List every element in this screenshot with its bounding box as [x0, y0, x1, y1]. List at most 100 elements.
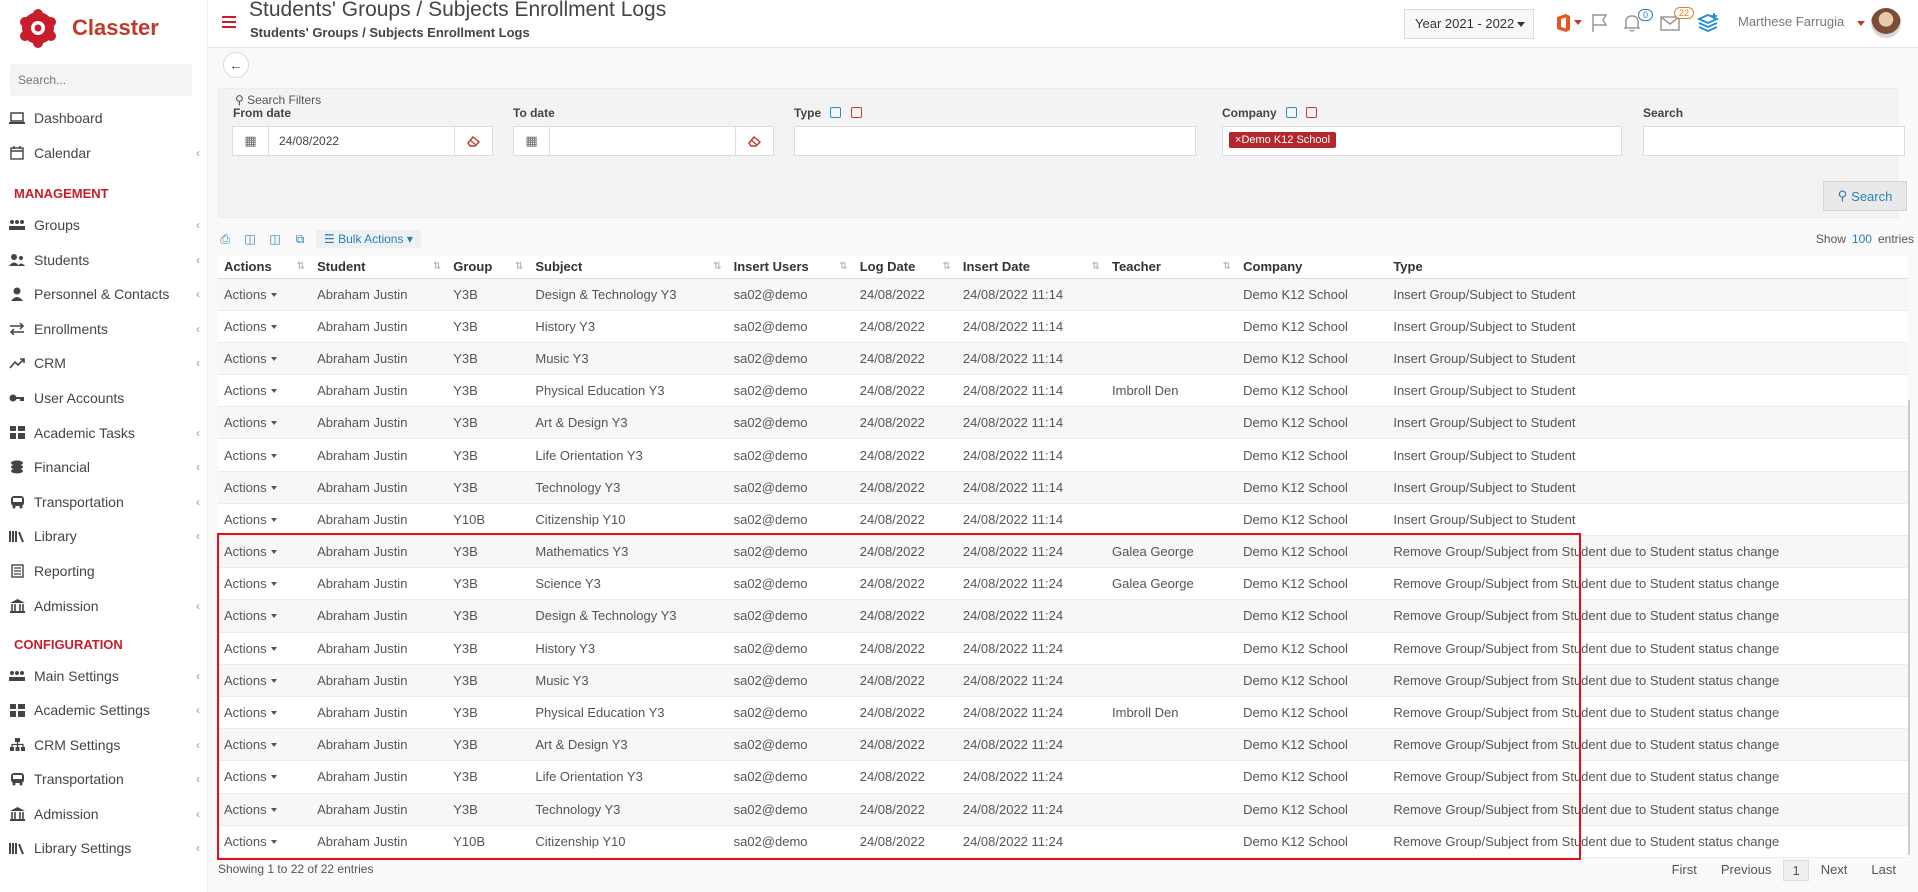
company-select[interactable]: ×Demo K12 School: [1222, 126, 1622, 156]
chevron-left-icon[interactable]: ‹: [196, 146, 200, 160]
chevron-left-icon[interactable]: ‹: [196, 356, 200, 370]
sidebar-search-input[interactable]: [10, 64, 192, 96]
column-header-teacher[interactable]: Teacher ⇅: [1106, 256, 1238, 279]
sidebar-item-academic-tasks[interactable]: Academic Tasks ‹: [0, 419, 208, 447]
table-scrollbar[interactable]: [1908, 400, 1910, 855]
eraser-icon[interactable]: [735, 127, 773, 155]
sidebar-item-dashboard[interactable]: Dashboard: [0, 104, 208, 132]
layers-add-icon[interactable]: [1697, 12, 1719, 34]
avatar[interactable]: [1871, 8, 1901, 38]
column-header-log-date[interactable]: Log Date ⇅: [853, 256, 957, 279]
chevron-left-icon[interactable]: ‹: [196, 703, 200, 717]
office-dropdown-icon[interactable]: [1574, 20, 1582, 25]
calendar-icon[interactable]: ▦: [514, 127, 550, 155]
row-actions-dropdown[interactable]: Actions: [224, 448, 277, 463]
chevron-left-icon[interactable]: ‹: [196, 460, 200, 474]
row-actions-dropdown[interactable]: Actions: [224, 351, 277, 366]
row-actions-dropdown[interactable]: Actions: [224, 319, 277, 334]
chevron-left-icon[interactable]: ‹: [196, 495, 200, 509]
column-header-actions[interactable]: Actions ⇅: [218, 256, 312, 279]
sort-icon[interactable]: ⇅: [839, 261, 847, 272]
to-date-value[interactable]: [550, 127, 735, 155]
sidebar-item-personnel-contacts[interactable]: Personnel & Contacts ‹: [0, 280, 208, 308]
chevron-left-icon[interactable]: ‹: [196, 599, 200, 613]
to-date-field[interactable]: ▦: [513, 126, 774, 156]
from-date-field[interactable]: ▦ 24/08/2022: [232, 126, 493, 156]
sort-icon[interactable]: ⇅: [713, 261, 721, 272]
row-actions-dropdown[interactable]: Actions: [224, 673, 277, 688]
chevron-left-icon[interactable]: ‹: [196, 218, 200, 232]
type-select[interactable]: [794, 126, 1196, 156]
deselect-all-icon[interactable]: [850, 107, 862, 118]
sidebar-item-academic-settings[interactable]: Academic Settings ‹: [0, 696, 208, 724]
row-actions-dropdown[interactable]: Actions: [224, 834, 277, 849]
page-size-select[interactable]: 100: [1852, 232, 1872, 246]
from-date-value[interactable]: 24/08/2022: [269, 127, 454, 155]
sidebar-item-crm[interactable]: CRM ‹: [0, 349, 208, 377]
year-select[interactable]: Year 2021 - 2022: [1404, 9, 1534, 39]
column-header-company[interactable]: Company: [1237, 256, 1388, 279]
app-logo[interactable]: Classter: [18, 6, 198, 50]
select-all-check-icon[interactable]: [830, 107, 842, 118]
row-actions-dropdown[interactable]: Actions: [224, 641, 277, 656]
row-actions-dropdown[interactable]: Actions: [224, 287, 277, 302]
sidebar-item-crm-settings[interactable]: CRM Settings ‹: [0, 731, 208, 759]
sidebar-item-admission[interactable]: Admission ‹: [0, 592, 208, 620]
sidebar-item-transportation[interactable]: Transportation ‹: [0, 488, 208, 516]
chevron-left-icon[interactable]: ‹: [196, 738, 200, 752]
chevron-left-icon[interactable]: ‹: [196, 669, 200, 683]
chevron-left-icon[interactable]: ‹: [196, 426, 200, 440]
sidebar-item-main-settings[interactable]: Main Settings ‹: [0, 662, 208, 690]
user-name[interactable]: Marthese Farrugia: [1738, 14, 1844, 29]
row-actions-dropdown[interactable]: Actions: [224, 415, 277, 430]
chevron-left-icon[interactable]: ‹: [196, 253, 200, 267]
pagination-previous[interactable]: Previous: [1709, 860, 1784, 881]
flag-icon[interactable]: [1589, 12, 1611, 34]
row-actions-dropdown[interactable]: Actions: [224, 512, 277, 527]
menu-toggle-icon[interactable]: [222, 16, 236, 28]
back-button[interactable]: ←: [223, 52, 249, 78]
column-header-subject[interactable]: Subject ⇅: [529, 256, 728, 279]
search-button[interactable]: ⚲ Search: [1823, 181, 1907, 211]
sort-icon[interactable]: ⇅: [515, 261, 523, 272]
sidebar-item-transportation[interactable]: Transportation ‹: [0, 765, 208, 793]
sort-icon[interactable]: ⇅: [942, 261, 950, 272]
sidebar-item-user-accounts[interactable]: User Accounts: [0, 384, 208, 412]
company-tag[interactable]: ×Demo K12 School: [1229, 132, 1337, 148]
chevron-left-icon[interactable]: ‹: [196, 322, 200, 336]
sidebar-item-groups[interactable]: Groups ‹: [0, 211, 208, 239]
column-header-insert-date[interactable]: Insert Date ⇅: [956, 256, 1107, 279]
row-actions-dropdown[interactable]: Actions: [224, 383, 277, 398]
calendar-icon[interactable]: ▦: [233, 127, 269, 155]
column-header-type[interactable]: Type: [1387, 256, 1908, 279]
sidebar-item-students[interactable]: Students ‹: [0, 246, 208, 274]
pagination-last[interactable]: Last: [1859, 860, 1908, 881]
row-actions-dropdown[interactable]: Actions: [224, 480, 277, 495]
office-icon[interactable]: [1553, 12, 1575, 34]
excel-icon[interactable]: ◫: [241, 230, 259, 248]
chevron-left-icon[interactable]: ‹: [196, 529, 200, 543]
sort-icon[interactable]: ⇅: [1223, 261, 1231, 272]
chevron-left-icon[interactable]: ‹: [196, 287, 200, 301]
sidebar-item-library[interactable]: Library ‹: [0, 522, 208, 550]
search-input[interactable]: [1643, 126, 1905, 156]
row-actions-dropdown[interactable]: Actions: [224, 802, 277, 817]
eraser-icon[interactable]: [454, 127, 492, 155]
sort-icon[interactable]: ⇅: [297, 261, 305, 272]
bulk-actions-button[interactable]: ☰ Bulk Actions ▾: [316, 230, 421, 248]
pagination-current[interactable]: 1: [1783, 860, 1809, 881]
row-actions-dropdown[interactable]: Actions: [224, 576, 277, 591]
row-actions-dropdown[interactable]: Actions: [224, 705, 277, 720]
sidebar-item-admission[interactable]: Admission ‹: [0, 800, 208, 828]
select-all-check-icon[interactable]: [1286, 107, 1298, 118]
user-menu-chevron-icon[interactable]: [1857, 21, 1865, 26]
column-header-insert-users[interactable]: Insert Users ⇅: [727, 256, 854, 279]
row-actions-dropdown[interactable]: Actions: [224, 737, 277, 752]
column-header-group[interactable]: Group ⇅: [447, 256, 530, 279]
chevron-left-icon[interactable]: ‹: [196, 807, 200, 821]
sidebar-item-library-settings[interactable]: Library Settings ‹: [0, 834, 208, 862]
sidebar-item-reporting[interactable]: Reporting: [0, 557, 208, 585]
row-actions-dropdown[interactable]: Actions: [224, 769, 277, 784]
pdf-icon[interactable]: ◫: [266, 230, 284, 248]
deselect-all-icon[interactable]: [1306, 107, 1318, 118]
